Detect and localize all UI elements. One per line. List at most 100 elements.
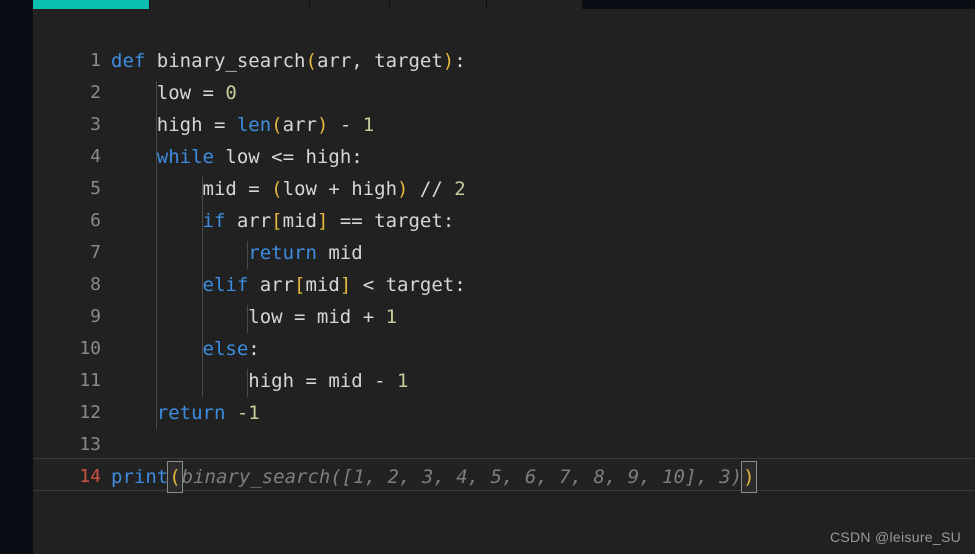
code-token: binary_search([1, 2, 3, 4, 5, 6, 7, 8, 9… <box>181 466 743 488</box>
code-line[interactable]: 5 mid = (low + high) // 2 <box>33 173 975 205</box>
code-token: ] <box>316 210 329 232</box>
code-editor-window: 1 def binary_search(arr, target): 2 low = … <box>0 0 975 554</box>
code-token: 0 <box>225 82 237 104</box>
editor-tab-4[interactable] <box>487 0 583 9</box>
line-number: 2 <box>90 82 101 103</box>
code-line[interactable]: 13 <box>33 429 975 461</box>
code-token: mid <box>111 178 249 200</box>
code-token: ( <box>167 461 183 493</box>
code-token: - <box>328 114 363 136</box>
code-line-text: mid = (low + high) // 2 <box>111 173 466 205</box>
code-line[interactable]: 4 while low <= high: <box>33 141 975 173</box>
code-token: return <box>248 242 317 264</box>
code-token: def <box>111 50 146 72</box>
code-token: binary_search <box>156 50 306 72</box>
editor-tab-2[interactable] <box>310 0 390 9</box>
line-number: 14 <box>79 466 101 487</box>
code-token: elif <box>202 274 249 296</box>
code-token: + <box>362 306 386 328</box>
code-line[interactable]: 3 high = len(arr) - 1 <box>33 109 975 141</box>
code-line[interactable]: 12 return -1 <box>33 397 975 429</box>
indent-guide <box>201 177 203 397</box>
line-number: 5 <box>90 178 101 199</box>
watermark-label: CSDN @leisure_SU <box>829 529 961 545</box>
code-token: ] <box>339 274 352 296</box>
code-line[interactable]: 14 print(binary_search([1, 2, 3, 4, 5, 6,… <box>33 461 975 493</box>
code-token: high <box>111 114 214 136</box>
code-line[interactable]: 6 if arr[mid] == target: <box>33 205 975 237</box>
code-token: : <box>454 274 466 296</box>
line-number: 4 <box>90 146 101 167</box>
code-token: high <box>305 146 352 168</box>
code-line[interactable]: 1 def binary_search(arr, target): <box>33 45 975 77</box>
code-token: return <box>156 402 226 424</box>
editor-tab-1[interactable] <box>150 0 310 9</box>
editor-tab-3[interactable] <box>390 0 487 9</box>
code-token: arr <box>248 274 295 296</box>
code-token: ( <box>271 114 283 136</box>
code-token: arr <box>282 114 317 136</box>
code-token: - <box>374 370 398 392</box>
code-token: arr, target <box>316 50 443 72</box>
code-token: target <box>385 274 455 296</box>
editor-tab-0[interactable] <box>33 0 150 9</box>
code-token: 2 <box>454 178 466 200</box>
code-token: : <box>454 50 466 72</box>
code-token: mid <box>316 242 363 264</box>
editor-tab-bar[interactable] <box>33 0 583 9</box>
code-token: len <box>236 114 272 136</box>
indent-guide <box>155 81 157 429</box>
code-line[interactable]: 11 high = mid - 1 <box>33 365 975 397</box>
code-line-text: else: <box>111 333 260 365</box>
code-token: ) <box>442 50 455 72</box>
code-token: print <box>111 466 169 488</box>
code-line[interactable]: 10 else: <box>33 333 975 365</box>
code-token: ) <box>741 461 757 493</box>
code-token: 1 <box>385 306 398 328</box>
code-line-text: high = len(arr) - 1 <box>111 109 374 141</box>
code-line-text: low = mid + 1 <box>111 301 397 333</box>
code-token: : <box>351 146 363 168</box>
code-token: : <box>442 210 455 232</box>
line-number: 3 <box>90 114 101 135</box>
code-token: if <box>202 210 226 232</box>
line-number: 9 <box>90 306 101 327</box>
indent-guide <box>247 305 249 333</box>
code-line-text: print(binary_search([1, 2, 3, 4, 5, 6, 7… <box>111 461 757 493</box>
code-token: mid <box>316 306 363 328</box>
line-number: 11 <box>79 370 101 391</box>
code-token: = <box>213 114 237 136</box>
editor-pane[interactable]: 1 def binary_search(arr, target): 2 low = … <box>33 9 975 554</box>
code-token: low <box>213 146 272 168</box>
code-token: 1 <box>362 114 375 136</box>
line-number: 6 <box>90 210 101 231</box>
line-number: 10 <box>79 338 101 359</box>
code-line-text: while low <= high: <box>111 141 363 173</box>
code-token: high <box>111 370 306 392</box>
code-line[interactable]: 7 return mid <box>33 237 975 269</box>
code-line[interactable]: 9 low = mid + 1 <box>33 301 975 333</box>
code-token: ( <box>271 178 283 200</box>
code-line-text: low = 0 <box>111 77 237 109</box>
code-token: mid <box>305 274 340 296</box>
line-number: 13 <box>79 434 101 455</box>
code-token: = <box>294 306 317 328</box>
code-line[interactable]: 2 low = 0 <box>33 77 975 109</box>
code-token: = <box>248 178 272 200</box>
code-token: <= <box>271 146 306 168</box>
code-content[interactable]: 1 def binary_search(arr, target): 2 low = … <box>33 9 975 554</box>
code-line-text: if arr[mid] == target: <box>111 205 455 237</box>
code-token: -1 <box>236 402 260 424</box>
code-token: : <box>248 338 260 360</box>
line-number: 12 <box>79 402 101 423</box>
code-token: mid <box>282 210 317 232</box>
code-line[interactable]: 8 elif arr[mid] < target: <box>33 269 975 301</box>
line-number: 7 <box>90 242 101 263</box>
code-token: ( <box>305 50 317 72</box>
activity-bar[interactable] <box>0 0 33 554</box>
code-token: = <box>202 82 226 104</box>
code-token: mid <box>328 370 375 392</box>
